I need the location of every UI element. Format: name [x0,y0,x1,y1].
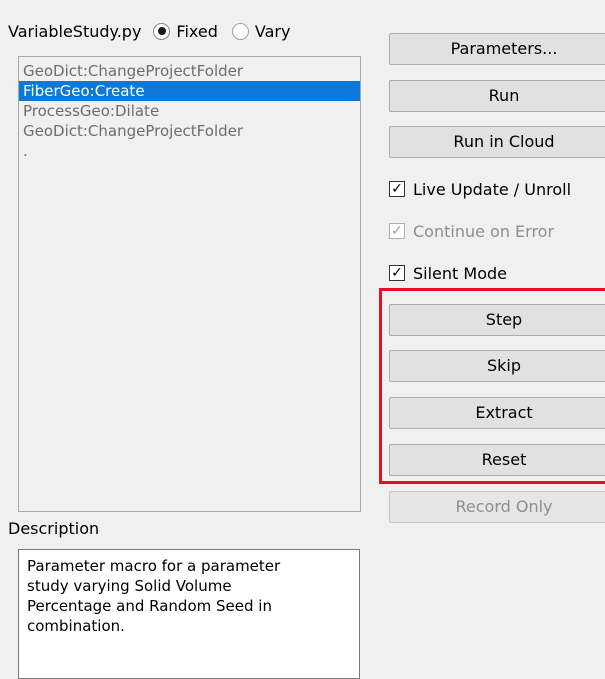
description-line: Parameter macro for a parameter [27,557,281,575]
vary-radio-label: Vary [254,21,291,41]
list-item[interactable]: . [19,141,360,161]
fixed-radio[interactable]: Fixed [153,21,218,41]
continue-on-error-label: Continue on Error [413,221,555,241]
silent-mode-check-icon[interactable]: ✓ [389,265,405,281]
description-text: Parameter macro for a parameter study va… [18,549,360,679]
description-label: Description [8,519,100,538]
silent-mode-checkbox[interactable]: ✓ Silent Mode [389,262,507,284]
parameters-button[interactable]: Parameters... [389,33,605,65]
continue-on-error-check-icon: ✓ [389,223,405,239]
list-item[interactable]: GeoDict:ChangeProjectFolder [19,121,360,141]
silent-mode-label: Silent Mode [413,263,507,283]
description-line: Percentage and Random Seed in [27,597,272,615]
list-item[interactable]: ProcessGeo:Dilate [19,101,360,121]
description-line: combination. [27,617,125,635]
live-update-check-icon[interactable]: ✓ [389,181,405,197]
description-line: study varying Solid Volume [27,577,232,595]
macro-name-label: VariableStudy.py [8,21,142,41]
fixed-radio-indicator[interactable] [153,22,171,40]
continue-on-error-checkbox: ✓ Continue on Error [389,220,554,242]
command-list[interactable]: GeoDict:ChangeProjectFolder FiberGeo:Cre… [18,56,361,512]
list-item-selected[interactable]: FiberGeo:Create [19,81,360,101]
highlight-box [379,288,605,484]
macro-header: VariableStudy.py Fixed Vary [8,18,290,44]
vary-radio-indicator[interactable] [231,22,249,40]
run-button[interactable]: Run [389,80,605,112]
record-only-button: Record Only [389,491,605,523]
run-in-cloud-button[interactable]: Run in Cloud [389,126,605,158]
list-item[interactable]: GeoDict:ChangeProjectFolder [19,61,360,81]
vary-radio[interactable]: Vary [231,21,291,41]
live-update-label: Live Update / Unroll [413,179,572,199]
live-update-checkbox[interactable]: ✓ Live Update / Unroll [389,178,571,200]
fixed-radio-label: Fixed [176,21,218,41]
